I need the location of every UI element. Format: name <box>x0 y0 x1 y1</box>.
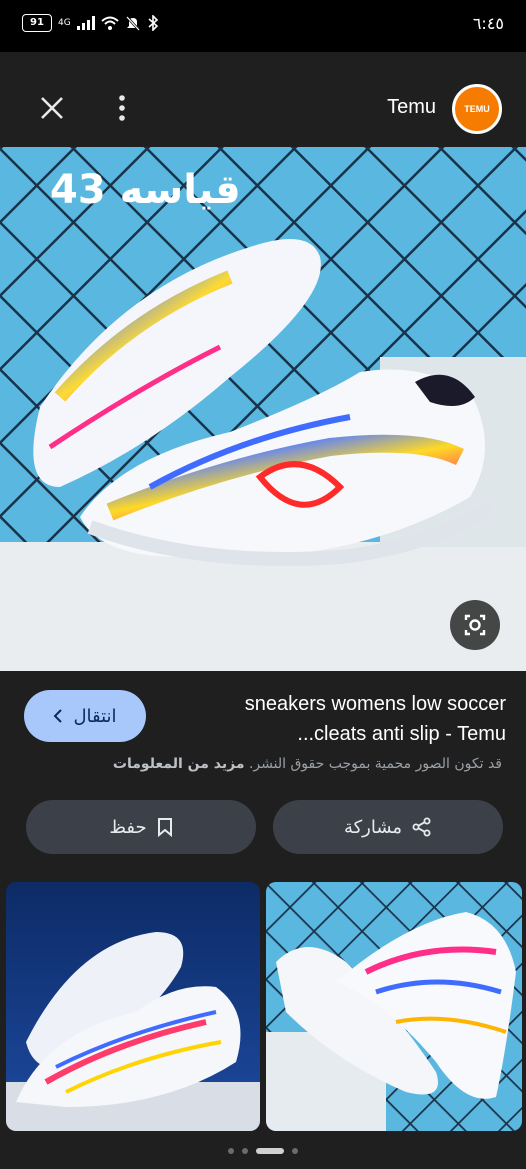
save-label: حفظ <box>109 816 147 838</box>
share-label: مشاركة <box>343 816 403 838</box>
site-name[interactable]: Temu <box>387 96 436 119</box>
share-icon <box>412 817 431 837</box>
product-photo <box>0 147 526 671</box>
pagination-dot <box>242 1148 248 1154</box>
google-lens-icon <box>464 614 486 636</box>
more-vert-icon[interactable] <box>112 92 132 124</box>
signal-icon <box>76 16 95 30</box>
pagination-dot <box>292 1148 298 1154</box>
save-button[interactable]: حفظ <box>26 800 256 854</box>
result-title-line1: sneakers womens low soccer <box>244 693 506 715</box>
bookmark-icon <box>157 818 172 837</box>
copyright-notice: قد تكون الصور محمية بموجب حقوق النشر. مز… <box>22 756 502 772</box>
more-info-link[interactable]: مزيد من المعلومات <box>113 756 245 772</box>
visit-button[interactable]: انتقال <box>24 690 146 742</box>
hero-image: قياسه 43 <box>0 147 526 671</box>
lens-button[interactable] <box>450 600 500 650</box>
chevron-left-icon <box>54 709 63 723</box>
result-title[interactable]: sneakers womens low soccer ...cleats ant… <box>176 689 506 749</box>
site-logo: TEMU <box>452 84 502 134</box>
network-type: 4G <box>58 17 71 28</box>
result-title-line2: ...cleats anti slip - Temu <box>297 723 506 745</box>
pagination-dot <box>228 1148 234 1154</box>
related-image-1[interactable] <box>6 882 260 1131</box>
battery-icon: 91 <box>22 14 52 32</box>
related-image-2[interactable] <box>266 882 522 1131</box>
viewer-header: Temu TEMU <box>0 52 526 147</box>
status-bar: 91 4G ٦:٤٥ <box>0 0 526 52</box>
related-photo-2 <box>266 882 522 1131</box>
share-button[interactable]: مشاركة <box>273 800 503 854</box>
bluetooth-icon <box>148 15 158 31</box>
status-icons: 91 4G <box>22 14 159 32</box>
wifi-icon <box>101 16 119 30</box>
related-photo-1 <box>6 882 260 1131</box>
close-icon[interactable] <box>36 92 68 124</box>
visit-label: انتقال <box>73 705 117 727</box>
mute-icon <box>125 16 140 31</box>
pagination-dot <box>256 1148 284 1154</box>
pagination-dots <box>0 1146 526 1156</box>
size-overlay-text: قياسه 43 <box>50 167 241 213</box>
clock: ٦:٤٥ <box>472 14 504 33</box>
copyright-text: قد تكون الصور محمية بموجب حقوق النشر. <box>248 756 502 772</box>
